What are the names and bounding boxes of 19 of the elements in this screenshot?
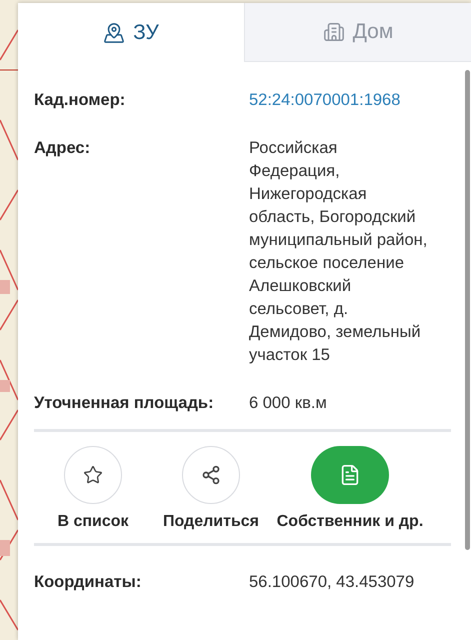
- field-label: Кад.номер:: [34, 90, 126, 111]
- document-icon: [339, 464, 361, 486]
- field-value: Российская Федерация, Нижегородская область, Богородский муниципальный район, сельское поселение Алешковский сельсовет, д. Демидово, земельный участок 15: [249, 138, 428, 366]
- field-value: 6 000 кв.м: [249, 393, 328, 414]
- field-label: Уточненная площадь:: [34, 393, 215, 414]
- star-icon: [83, 465, 103, 485]
- share-icon: [201, 465, 221, 485]
- field-label: Координаты:: [34, 572, 142, 593]
- cadastral-number-link[interactable]: 52:24:0070001:1968: [249, 89, 429, 112]
- field-value: 56.100670, 43.453079: [249, 572, 416, 593]
- scrollbar-thumb[interactable]: [465, 70, 470, 550]
- field-label: Адрес:: [34, 138, 92, 159]
- tab[interactable]: Дом: [244, 3, 471, 62]
- action-label: Собственник и др.: [276, 513, 424, 531]
- map-pin-icon: [103, 22, 126, 44]
- tab[interactable]: ЗУ: [18, 3, 244, 62]
- building-icon: [322, 21, 345, 43]
- action-label: В список: [57, 513, 129, 531]
- action-label: Поделиться: [162, 513, 260, 531]
